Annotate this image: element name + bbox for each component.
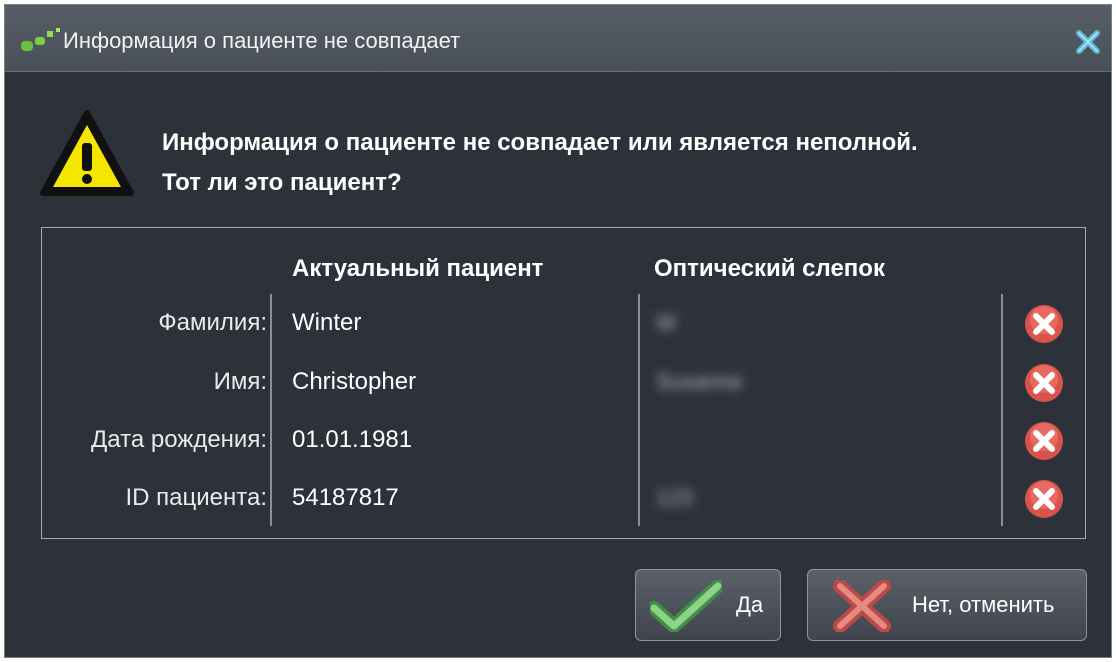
current-first-name: Christopher [292, 368, 417, 395]
error-icon [1025, 364, 1063, 402]
cancel-button-label: Нет, отменить [912, 592, 1055, 617]
label-birth-date: Дата рождения: [91, 426, 267, 453]
divider [270, 294, 272, 526]
yes-button[interactable]: Да [635, 569, 781, 641]
scan-first-name: Susanne [656, 369, 743, 394]
error-icon [1025, 305, 1063, 343]
message-text: Информация о пациенте не совпадает или я… [162, 123, 918, 203]
patient-comparison-table: Актуальный пациент Оптический слепок Фам… [41, 227, 1086, 539]
patient-mismatch-dialog: Информация о пациенте не совпадает Инфор… [4, 4, 1112, 658]
message-line-2: Тот ли это пациент? [162, 169, 402, 196]
scan-last-name: W [656, 310, 677, 335]
current-patient-id: 54187817 [292, 484, 399, 511]
message-line-1: Информация о пациенте не совпадает или я… [162, 129, 918, 156]
error-icon [1025, 422, 1063, 460]
label-last-name: Фамилия: [158, 309, 267, 336]
close-icon[interactable] [1075, 29, 1101, 55]
divider [1001, 294, 1003, 526]
title-bar: Информация о пациенте не совпадает [5, 5, 1111, 72]
scan-patient-id: 123 [656, 485, 693, 510]
warning-icon [40, 110, 134, 196]
current-last-name: Winter [292, 309, 362, 336]
current-birth-date: 01.01.1981 [292, 426, 413, 453]
cross-icon [833, 580, 891, 632]
column-header-optical-scan: Оптический слепок [654, 255, 885, 282]
label-first-name: Имя: [213, 368, 267, 395]
column-header-current-patient: Актуальный пациент [292, 255, 544, 282]
cancel-button[interactable]: Нет, отменить [807, 569, 1087, 641]
window-title: Информация о пациенте не совпадает [63, 28, 461, 53]
error-icon [1025, 480, 1063, 518]
app-logo-icon [21, 28, 60, 51]
yes-button-label: Да [736, 592, 764, 617]
label-patient-id: ID пациента: [125, 484, 267, 511]
divider [638, 294, 640, 526]
checkmark-icon [650, 580, 722, 632]
